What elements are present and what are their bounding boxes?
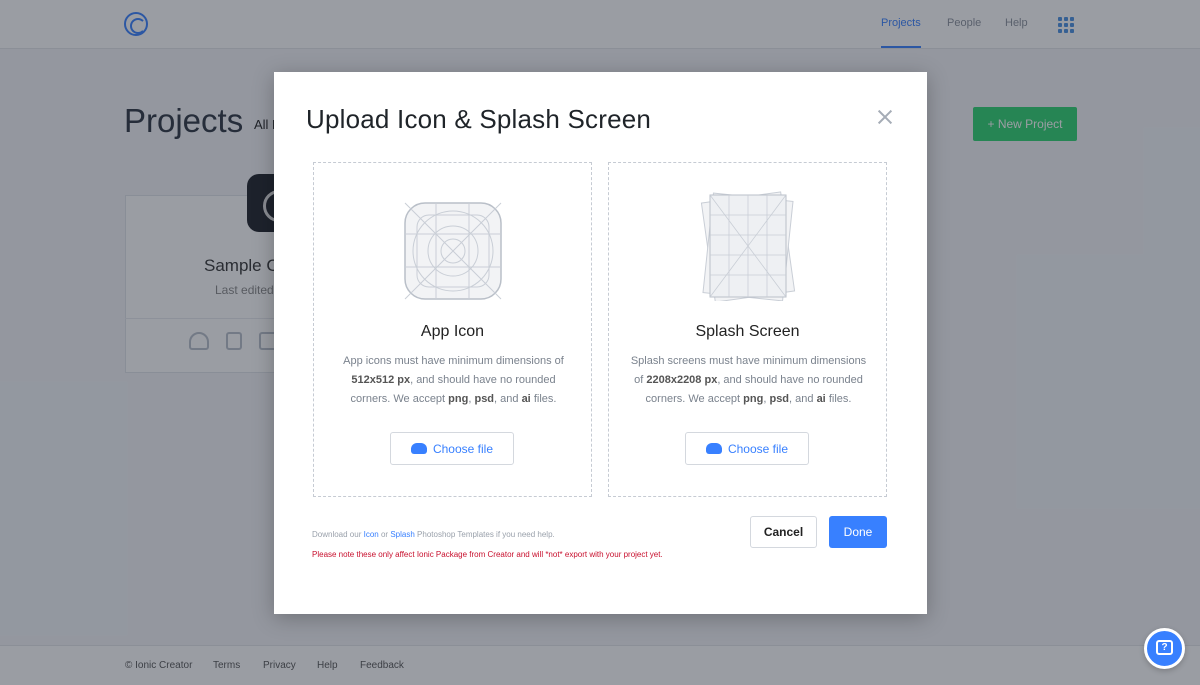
splash-description: Splash screens must have minimum dimensi…: [630, 355, 867, 405]
cloud-upload-icon: [410, 442, 427, 454]
done-button[interactable]: Done: [829, 516, 887, 548]
cloud-upload-icon: [705, 442, 722, 454]
app-icon-dropzone[interactable]: App Icon App icons must have minimum dim…: [313, 162, 592, 497]
splash-heading: Splash Screen: [695, 323, 800, 340]
export-warning-note: Please note these only affect Ionic Pack…: [312, 550, 663, 559]
help-chat-button[interactable]: ?: [1144, 628, 1185, 669]
modal-title: Upload Icon & Splash Screen: [306, 104, 652, 134]
app-icon-heading: App Icon: [420, 323, 485, 340]
splash-template-icon: [700, 191, 796, 301]
splash-template-link[interactable]: Splash: [390, 530, 414, 539]
cancel-button[interactable]: Cancel: [750, 516, 817, 548]
splash-choose-file-button[interactable]: Choose file: [685, 432, 809, 465]
app-icon-choose-file-button[interactable]: Choose file: [390, 432, 514, 465]
close-icon[interactable]: [874, 106, 896, 128]
template-help-text: Download our Icon or Splash Photoshop Te…: [312, 530, 555, 539]
icon-template-link[interactable]: Icon: [364, 530, 379, 539]
question-icon: ?: [1156, 640, 1173, 655]
app-icon-description: App icons must have minimum dimensions o…: [343, 355, 564, 405]
app-icon-template-icon: [404, 202, 502, 300]
upload-icon-splash-modal: Upload Icon & Splash Screen App Icon App…: [274, 72, 927, 614]
splash-screen-dropzone[interactable]: Splash Screen Splash screens must have m…: [608, 162, 887, 497]
